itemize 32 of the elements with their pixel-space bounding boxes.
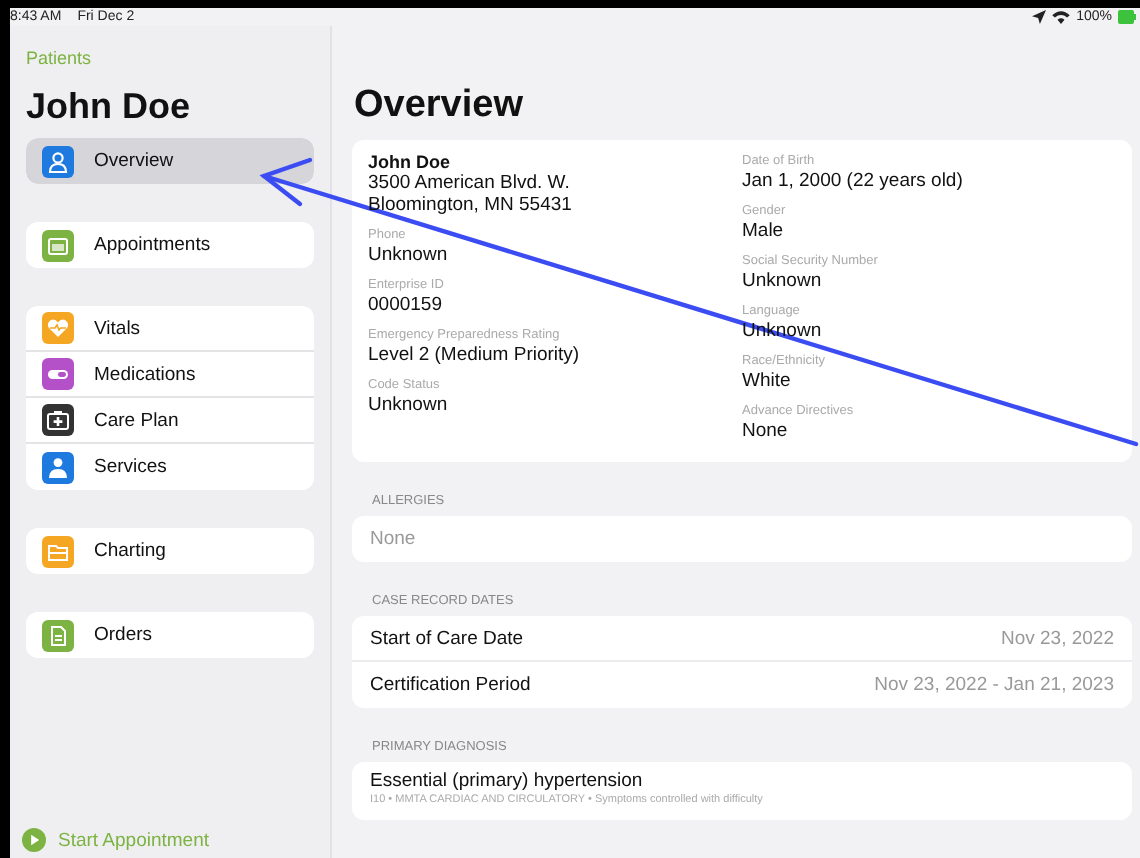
row-value: Nov 23, 2022 - Jan 21, 2023 — [874, 674, 1114, 696]
row-label: Certification Period — [370, 674, 531, 696]
field-value: Unknown — [368, 244, 450, 266]
field-value: None — [742, 420, 788, 442]
patient-name: John Doe — [368, 152, 453, 172]
address-line: 3500 American Blvd. W. — [368, 172, 572, 194]
sidebar-item[interactable]: Care Plan — [26, 398, 314, 444]
diagnosis-title: Essential (primary) hypertension — [370, 770, 645, 792]
field-value: Jan 1, 2000 (22 years old) — [742, 170, 963, 192]
field-value: Male — [742, 220, 784, 242]
sidebar-item[interactable]: Vitals — [26, 306, 314, 352]
page-title: Overview — [354, 84, 525, 128]
field-value: Unknown — [742, 270, 822, 292]
sidebar-item[interactable]: Charting — [26, 528, 314, 574]
field-value: Level 2 (Medium Priority) — [368, 344, 582, 366]
sidebar-item[interactable]: Medications — [26, 352, 314, 398]
empty-text: None — [370, 528, 416, 550]
battery-icon — [1118, 10, 1136, 24]
sidebar-item[interactable]: Orders — [26, 612, 314, 658]
sidebar-item[interactable]: Services — [26, 444, 314, 490]
row-label: Start of Care Date — [370, 627, 524, 649]
sidebar-item[interactable]: Overview — [26, 138, 314, 184]
play-icon — [22, 828, 46, 852]
patient-name: John Doe — [26, 86, 193, 128]
wifi-icon — [1052, 10, 1071, 24]
field-value: Unknown — [368, 394, 450, 416]
address-line: Bloomington, MN 55431 — [368, 194, 574, 216]
sidebar-item[interactable]: Appointments — [26, 222, 314, 268]
row-value: Nov 23, 2022 — [1000, 627, 1114, 649]
field-value: 0000159 — [368, 294, 444, 316]
location-icon — [1032, 10, 1047, 24]
field-value: White — [742, 370, 791, 392]
